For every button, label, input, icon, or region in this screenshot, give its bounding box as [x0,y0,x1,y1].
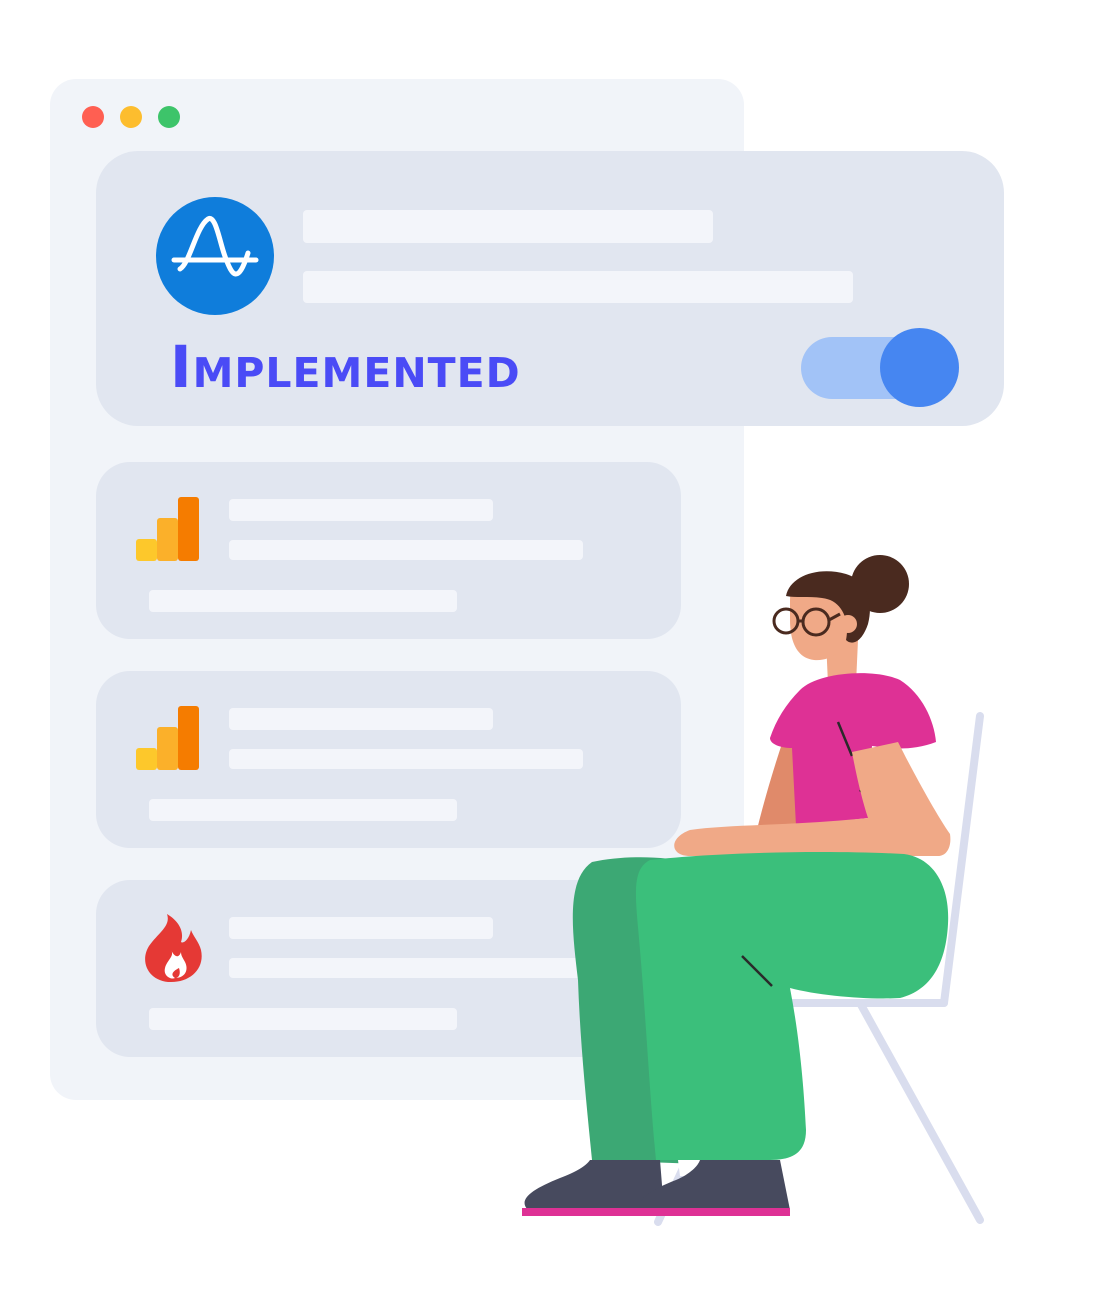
person-sitting-on-chair-icon [522,555,984,1226]
